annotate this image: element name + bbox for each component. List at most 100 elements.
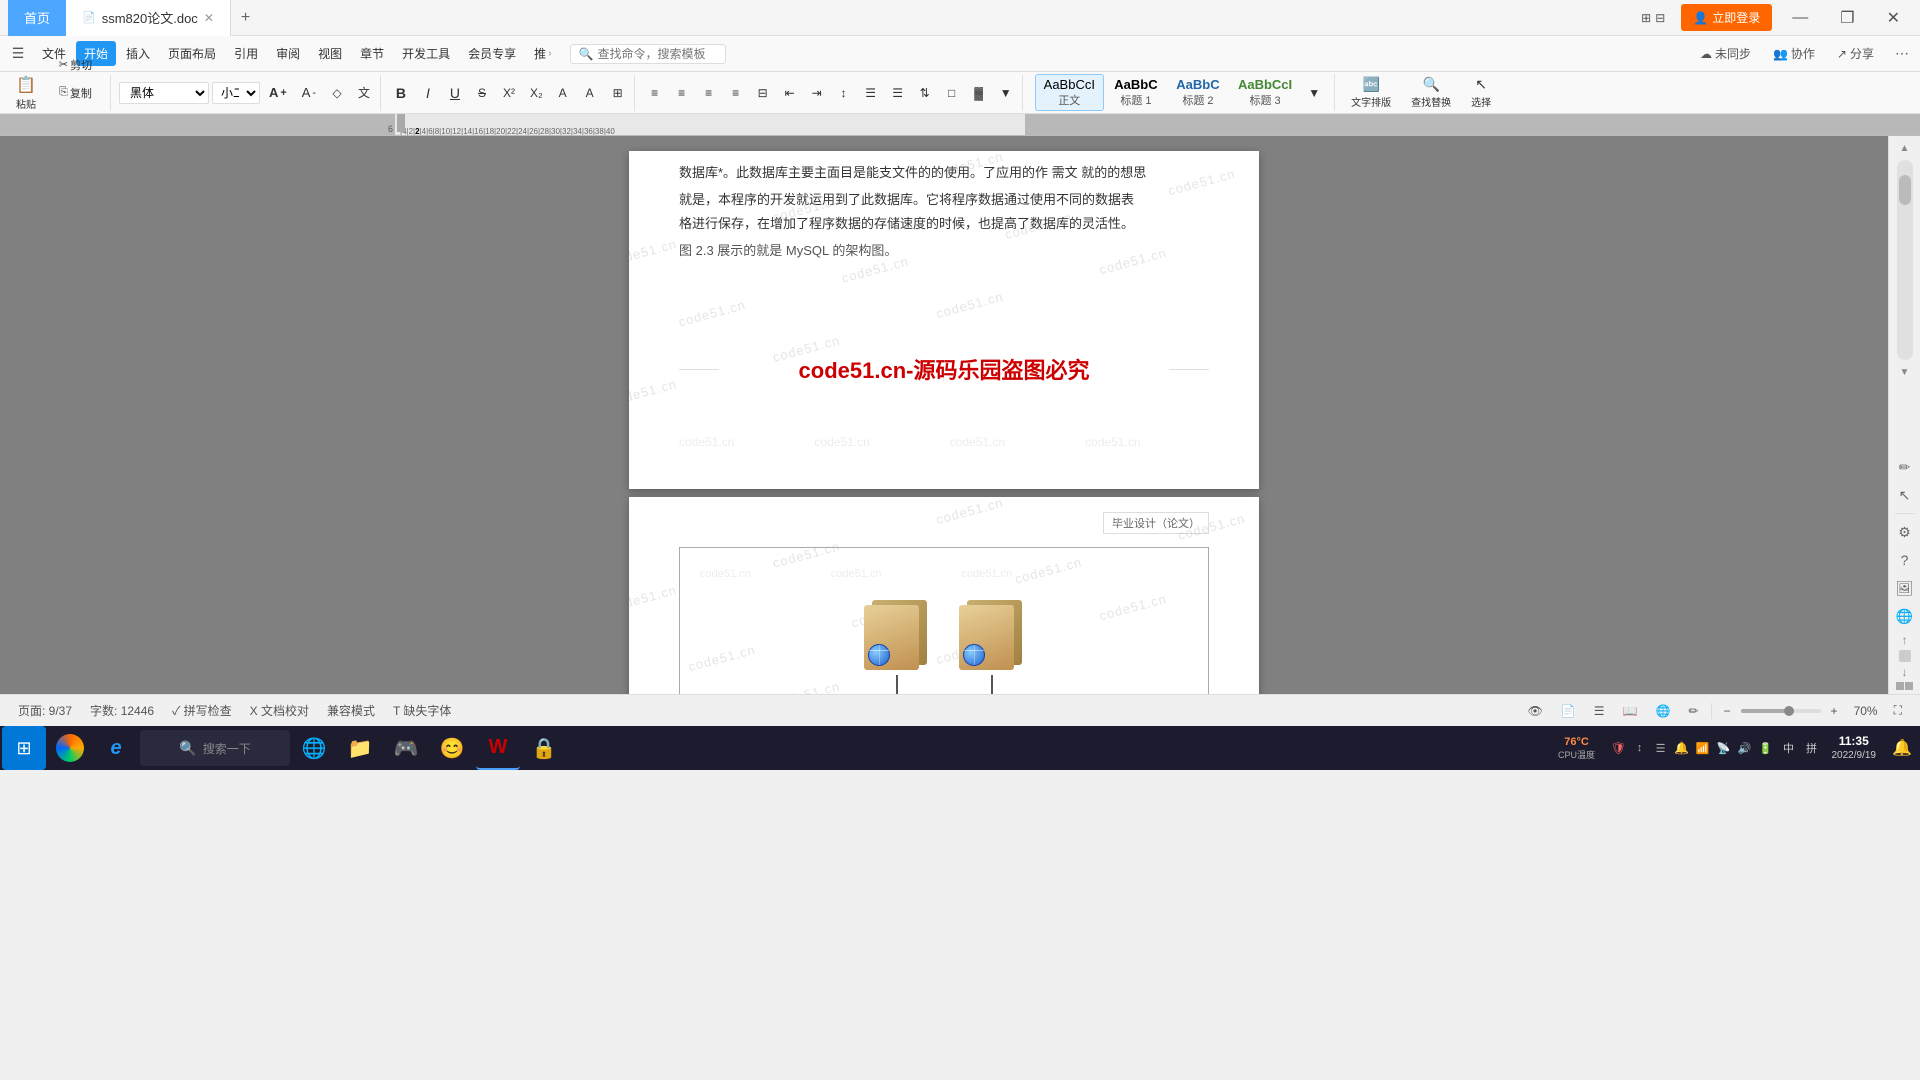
edit-tool-icon[interactable]: ✏ xyxy=(1893,455,1917,479)
style-heading3[interactable]: AaBbCcI 标题 3 xyxy=(1230,75,1300,110)
help-tool-icon[interactable]: ? xyxy=(1893,548,1917,572)
web-view-icon[interactable]: 🌐 xyxy=(1650,702,1677,720)
start-button[interactable]: ⊞ xyxy=(2,726,46,770)
cut-button[interactable]: ✂ 剪切 xyxy=(45,52,106,78)
more-menu-button[interactable]: 推 › xyxy=(526,41,559,66)
ruler-left-indent[interactable] xyxy=(397,114,405,132)
align-left-button[interactable]: ≡ xyxy=(643,80,667,106)
cpu-temp-display[interactable]: 76°C CPU温度 xyxy=(1547,726,1607,770)
bullet-list-button[interactable]: ☰ xyxy=(859,80,883,106)
font-color-button[interactable]: A xyxy=(552,80,576,106)
spell-check-status[interactable]: ✓ 拼写检查 xyxy=(166,700,238,721)
page-info-status[interactable]: 页面: 9/37 xyxy=(12,700,78,721)
subscript-button[interactable]: X₂ xyxy=(524,80,549,106)
fullscreen-button[interactable]: ⛶ xyxy=(1888,701,1908,720)
close-button[interactable]: ✕ xyxy=(1875,0,1912,36)
restore-button[interactable]: ❐ xyxy=(1828,0,1866,36)
tab-add-button[interactable]: + xyxy=(231,0,260,36)
annotation-view-icon[interactable]: ✏ xyxy=(1682,702,1704,720)
font-size-up-button[interactable]: A+ xyxy=(263,80,293,106)
taskbar-app-wps[interactable]: W xyxy=(476,726,520,770)
tab-home[interactable]: 首页 xyxy=(8,0,66,36)
page-up-button[interactable]: ↑ xyxy=(1897,632,1913,648)
expand-left-button[interactable] xyxy=(1896,682,1904,690)
page-down-button[interactable]: ↓ xyxy=(1897,664,1913,680)
book-view-icon[interactable]: 📖 xyxy=(1617,702,1644,720)
style-heading1[interactable]: AaBbC 标题 1 xyxy=(1106,75,1166,110)
font-size-select[interactable]: 小二 xyxy=(212,82,260,104)
decrease-indent-button[interactable]: ⇤ xyxy=(778,80,802,106)
borders-button[interactable]: □ xyxy=(940,80,964,106)
taskbar-app-folder[interactable]: 📁 xyxy=(338,726,382,770)
command-search-input[interactable] xyxy=(597,47,717,61)
scroll-down-button[interactable]: ▼ xyxy=(1897,364,1913,380)
hamburger-menu-icon[interactable]: ☰ xyxy=(4,40,32,68)
underline-button[interactable]: U xyxy=(443,80,467,106)
sort-button[interactable]: ⇅ xyxy=(913,80,937,106)
dev-tools-menu-button[interactable]: 开发工具 xyxy=(394,41,458,66)
review-menu-button[interactable]: 审阅 xyxy=(268,41,308,66)
tray-icon-lang[interactable]: 中 xyxy=(1777,726,1801,770)
fill-button[interactable]: ▼ xyxy=(994,80,1018,106)
paste-button[interactable]: 📋 粘贴 xyxy=(10,80,42,106)
styles-expand-button[interactable]: ▼ xyxy=(1302,80,1326,106)
tray-icon-battery[interactable]: 🔋 xyxy=(1756,726,1776,770)
compat-mode-status[interactable]: 兼容模式 xyxy=(321,700,381,721)
scroll-up-button[interactable]: ▲ xyxy=(1897,140,1913,156)
tray-icon-speaker[interactable]: 🔊 xyxy=(1735,726,1755,770)
globe-tool-icon[interactable]: 🌐 xyxy=(1893,604,1917,628)
taskbar-app-lock[interactable]: 🔒 xyxy=(522,726,566,770)
zoom-handle[interactable] xyxy=(1784,706,1794,716)
phonetic-button[interactable]: 文 xyxy=(352,80,376,106)
select-button[interactable]: ↖ 选择 xyxy=(1465,73,1497,112)
text-layout-button[interactable]: 🔤 文字排版 xyxy=(1345,73,1397,112)
taskbar-app-ie[interactable]: e xyxy=(94,726,138,770)
view-toggle-button[interactable]: ⊞ ⊟ xyxy=(1633,7,1673,29)
tab-close-icon[interactable]: ✕ xyxy=(204,11,214,25)
vip-menu-button[interactable]: 会员专享 xyxy=(460,41,524,66)
shading-button[interactable]: ▓ xyxy=(967,80,991,106)
style-heading2[interactable]: AaBbC 标题 2 xyxy=(1168,75,1228,110)
sync-button[interactable]: ☁ 未同步 xyxy=(1692,41,1759,66)
minimize-button[interactable]: — xyxy=(1780,0,1820,36)
expand-right-button[interactable] xyxy=(1905,682,1913,690)
image-tool-icon[interactable]: 🖼 xyxy=(1893,576,1917,600)
tray-icon-wifi[interactable]: 📡 xyxy=(1714,726,1734,770)
zoom-slider[interactable] xyxy=(1741,709,1821,713)
tray-icon-3[interactable]: ☰ xyxy=(1651,726,1671,770)
highlight-button[interactable]: A xyxy=(579,80,603,106)
style-normal[interactable]: AaBbCcI 正文 xyxy=(1035,74,1104,111)
taskbar-app-game[interactable]: 🎮 xyxy=(384,726,428,770)
section-menu-button[interactable]: 章节 xyxy=(352,41,392,66)
tab-document[interactable]: 📄 ssm820论文.doc ✕ xyxy=(66,0,231,36)
superscript-button[interactable]: X² xyxy=(497,80,521,106)
align-center-button[interactable]: ≡ xyxy=(670,80,694,106)
share-button[interactable]: ↗ 分享 xyxy=(1829,41,1882,66)
taskbar-app-emoji[interactable]: 😊 xyxy=(430,726,474,770)
more-options-icon[interactable]: ⋯ xyxy=(1888,40,1916,68)
doc-check-status[interactable]: X 文档校对 xyxy=(244,700,315,721)
font-size-down-button[interactable]: A- xyxy=(296,80,322,106)
system-clock[interactable]: 11:35 2022/9/19 xyxy=(1824,726,1885,770)
taskbar-search-bar[interactable]: 🔍 搜索一下 xyxy=(140,730,290,766)
copy-button[interactable]: ⎘ 复制 xyxy=(45,80,106,106)
number-list-button[interactable]: ☰ xyxy=(886,80,910,106)
collab-button[interactable]: 👥 协作 xyxy=(1765,41,1823,66)
tray-icon-2[interactable]: ↕ xyxy=(1630,726,1650,770)
outline-view-icon[interactable]: ☰ xyxy=(1588,702,1611,720)
align-right-button[interactable]: ≡ xyxy=(697,80,721,106)
taskbar-app-swirl[interactable] xyxy=(48,726,92,770)
page-view-icon[interactable]: 📄 xyxy=(1555,702,1582,720)
find-replace-button[interactable]: 🔍 查找替换 xyxy=(1405,73,1457,112)
tray-icon-input[interactable]: 拼 xyxy=(1802,726,1822,770)
zoom-in-button[interactable]: + xyxy=(1825,702,1844,720)
distribute-button[interactable]: ⊟ xyxy=(751,80,775,106)
increase-indent-button[interactable]: ⇥ xyxy=(805,80,829,106)
cursor-tool-icon[interactable]: ↖ xyxy=(1893,483,1917,507)
insert-menu-button[interactable]: 插入 xyxy=(118,41,158,66)
settings-tool-icon[interactable]: ⚙ xyxy=(1893,520,1917,544)
taskbar-app-browser[interactable]: 🌐 xyxy=(292,726,336,770)
tray-icon-4[interactable]: 🔔 xyxy=(1672,726,1692,770)
tray-icon-1[interactable]: 🛡 xyxy=(1609,726,1629,770)
bold-button[interactable]: B xyxy=(389,80,413,106)
